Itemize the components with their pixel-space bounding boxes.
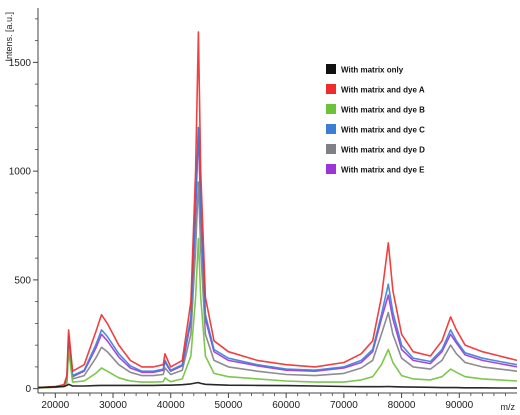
x-tick-label: 90000 [445, 400, 473, 411]
x-axis-title: m/z [501, 402, 516, 412]
x-tick-label: 80000 [388, 400, 416, 411]
legend-swatch [326, 164, 336, 174]
legend-label: With matrix and dye A [341, 86, 425, 95]
x-tick-label: 20000 [41, 400, 69, 411]
legend-label: With matrix and dye E [341, 166, 425, 175]
x-tick-label: 40000 [157, 400, 185, 411]
y-axis-title: Intens. [a.u.] [4, 12, 14, 62]
y-tick-label: 1000 [9, 167, 32, 178]
y-tick-label: 0 [25, 384, 31, 395]
x-tick-label: 70000 [330, 400, 358, 411]
x-tick-label: 50000 [215, 400, 243, 411]
legend-swatch [326, 84, 336, 94]
legend-label: With matrix and dye C [341, 126, 425, 135]
x-tick-label: 30000 [99, 400, 127, 411]
spectrum-chart: 20000 30000 40000 50000 60000 70000 80000 90000… [0, 0, 520, 415]
x-tick-label: 60000 [272, 400, 300, 411]
legend-label: With matrix only [341, 66, 404, 75]
legend-swatch [326, 64, 336, 74]
legend-swatch [326, 124, 336, 134]
legend-label: With matrix and dye B [341, 106, 425, 115]
legend-swatch [326, 104, 336, 114]
legend-label: With matrix and dye D [341, 146, 425, 155]
y-tick-label: 500 [14, 275, 31, 286]
legend-swatch [326, 144, 336, 154]
